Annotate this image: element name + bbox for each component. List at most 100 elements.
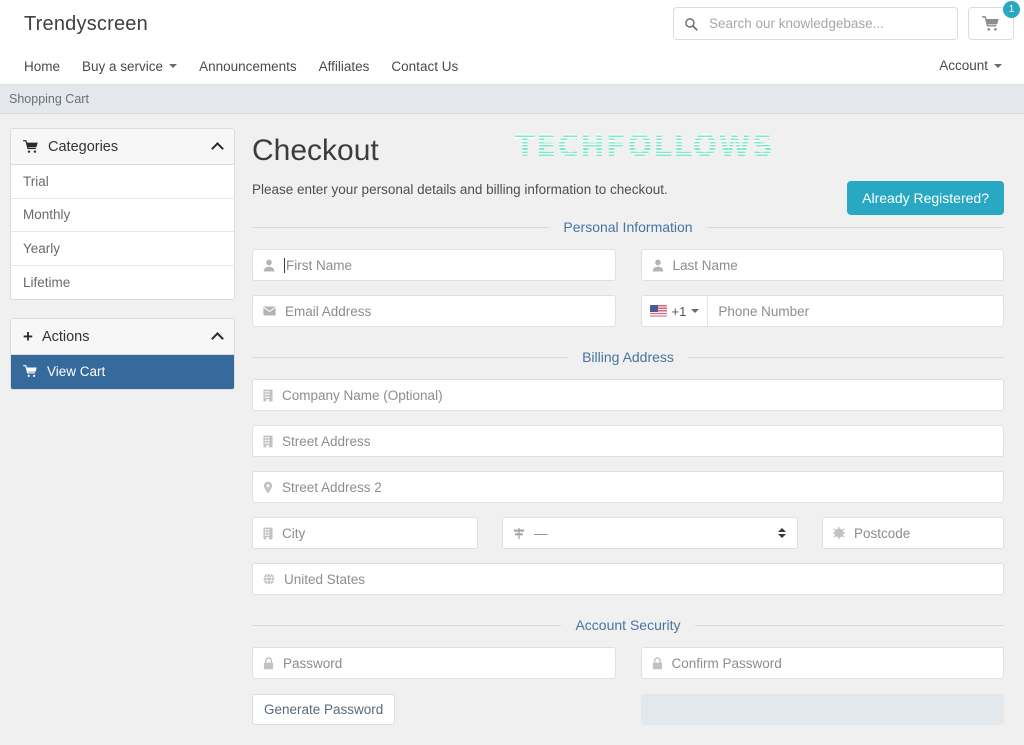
legend-personal-information: Personal Information xyxy=(252,219,1004,235)
nav-item-label: Buy a service xyxy=(82,58,164,74)
sidebar-item-view-cart[interactable]: View Cart xyxy=(11,355,234,389)
page-title: Checkout xyxy=(252,134,379,167)
sidebar: Categories Trial Monthly Yearly Lifetime… xyxy=(10,128,235,739)
chevron-up-icon[interactable] xyxy=(211,331,224,345)
top-bar: Trendyscreen 1 xyxy=(0,0,1024,48)
phone-dial-code: +1 xyxy=(671,303,687,319)
password-field[interactable]: Password xyxy=(252,647,616,679)
nav-item-announcements[interactable]: Announcements xyxy=(199,59,297,74)
phone-field[interactable]: +1 Phone Number xyxy=(640,295,1004,327)
categories-panel: Categories Trial Monthly Yearly Lifetime xyxy=(10,128,235,300)
select-arrows-icon xyxy=(778,528,786,538)
brand-logo[interactable]: Trendyscreen xyxy=(24,13,148,36)
sidebar-item-label: Yearly xyxy=(23,240,61,256)
legend-label: Personal Information xyxy=(563,219,693,235)
state-col: — xyxy=(502,517,798,549)
main-content: TECHFOLLOWS Checkout Please enter your p… xyxy=(235,128,1014,739)
street2-col: Street Address 2 xyxy=(252,471,1004,503)
street-address-2-placeholder: Street Address 2 xyxy=(282,479,382,495)
email-col: Email Address xyxy=(252,295,616,327)
password-placeholder: Password xyxy=(283,655,343,671)
actions-panel-header[interactable]: + Actions xyxy=(11,319,234,355)
street2-row: Street Address 2 xyxy=(252,471,1004,503)
last-name-field[interactable]: Last Name xyxy=(640,249,1004,281)
street-address-2-field[interactable]: Street Address 2 xyxy=(252,471,1004,503)
company-name-placeholder: Company Name (Optional) xyxy=(282,387,443,403)
name-row: First Name Last Name xyxy=(252,249,1004,281)
sidebar-item-trial[interactable]: Trial xyxy=(11,165,234,199)
already-registered-button[interactable]: Already Registered? xyxy=(847,181,1004,215)
nav-item-home[interactable]: Home xyxy=(24,59,60,74)
nav-item-buy-a-service[interactable]: Buy a service xyxy=(82,58,178,74)
map-pin-icon xyxy=(263,481,273,494)
email-field[interactable]: Email Address xyxy=(252,295,616,327)
sidebar-item-monthly[interactable]: Monthly xyxy=(11,198,234,232)
shopping-cart-icon xyxy=(23,365,38,378)
gear-icon xyxy=(833,527,845,539)
street1-row: Street Address xyxy=(252,425,1004,457)
main-navigation: Home Buy a service Announcements Affilia… xyxy=(0,48,1024,85)
legend-label: Billing Address xyxy=(582,349,674,365)
sidebar-item-lifetime[interactable]: Lifetime xyxy=(11,265,234,299)
nav-item-contact-us[interactable]: Contact Us xyxy=(391,59,458,74)
nav-item-label: Contact Us xyxy=(391,58,459,74)
sidebar-item-label: View Cart xyxy=(47,364,106,380)
sidebar-item-label: Monthly xyxy=(23,207,71,223)
email-placeholder: Email Address xyxy=(285,303,372,319)
phone-placeholder: Phone Number xyxy=(718,303,810,319)
nav-account-menu[interactable]: Account xyxy=(939,57,1002,73)
password-col: Password Generate Password xyxy=(252,647,616,725)
postcode-col: Postcode xyxy=(822,517,1004,549)
nav-item-label: Home xyxy=(24,58,61,74)
street-address-field[interactable]: Street Address xyxy=(252,425,1004,457)
password-row: Password Generate Password Confirm Passw… xyxy=(252,647,1004,725)
city-placeholder: City xyxy=(282,525,306,541)
first-name-field[interactable]: First Name xyxy=(252,249,616,281)
nav-item-affiliates[interactable]: Affiliates xyxy=(319,59,370,74)
lock-icon xyxy=(263,656,274,670)
top-bar-right: 1 xyxy=(673,1,1020,40)
nav-item-account[interactable]: Account xyxy=(939,58,1002,73)
categories-panel-header[interactable]: Categories xyxy=(11,129,234,165)
confirm-password-field[interactable]: Confirm Password xyxy=(640,647,1004,679)
page-body: Categories Trial Monthly Yearly Lifetime… xyxy=(0,114,1024,739)
country-col: United States xyxy=(252,563,1004,595)
company-name-field[interactable]: Company Name (Optional) xyxy=(252,379,1004,411)
nav-item-label: Affiliates xyxy=(318,58,370,74)
legend-billing-address: Billing Address xyxy=(252,349,1004,365)
street-address-placeholder: Street Address xyxy=(282,433,371,449)
shopping-cart-icon xyxy=(23,139,39,154)
search-input[interactable] xyxy=(707,15,947,32)
building-icon xyxy=(263,435,273,448)
state-select[interactable]: — xyxy=(502,517,798,549)
chevron-down-icon xyxy=(691,309,700,313)
breadcrumb-label: Shopping Cart xyxy=(9,92,89,106)
actions-panel: + Actions View Cart xyxy=(10,318,235,390)
actions-panel-title: Actions xyxy=(41,328,90,345)
sidebar-item-yearly[interactable]: Yearly xyxy=(11,232,234,266)
contact-row: Email Address +1 Phone Number xyxy=(252,295,1004,327)
country-row: United States xyxy=(252,563,1004,595)
last-name-col: Last Name xyxy=(640,249,1004,281)
cart-badge-count: 1 xyxy=(1003,1,1020,18)
plus-icon: + xyxy=(23,327,33,346)
search-box[interactable] xyxy=(673,7,958,40)
search-icon xyxy=(684,17,707,31)
postcode-field[interactable]: Postcode xyxy=(822,517,1004,549)
confirm-password-placeholder: Confirm Password xyxy=(671,655,782,671)
nav-item-label: Account xyxy=(939,58,988,73)
first-name-placeholder: First Name xyxy=(286,257,353,273)
generate-password-button[interactable]: Generate Password xyxy=(252,694,396,725)
phone-col: +1 Phone Number xyxy=(640,295,1004,327)
country-field[interactable]: United States xyxy=(252,563,1004,595)
lock-icon xyxy=(652,656,663,670)
breadcrumb: Shopping Cart xyxy=(0,85,1024,114)
chevron-up-icon[interactable] xyxy=(211,141,224,155)
cart-button[interactable]: 1 xyxy=(968,1,1020,40)
us-flag-icon xyxy=(649,305,667,317)
city-field[interactable]: City xyxy=(252,517,478,549)
phone-country-selector[interactable]: +1 xyxy=(642,296,709,326)
sidebar-item-label: Lifetime xyxy=(23,274,71,290)
nav-links: Home Buy a service Announcements Affilia… xyxy=(24,59,458,74)
chevron-down-icon xyxy=(169,64,178,68)
